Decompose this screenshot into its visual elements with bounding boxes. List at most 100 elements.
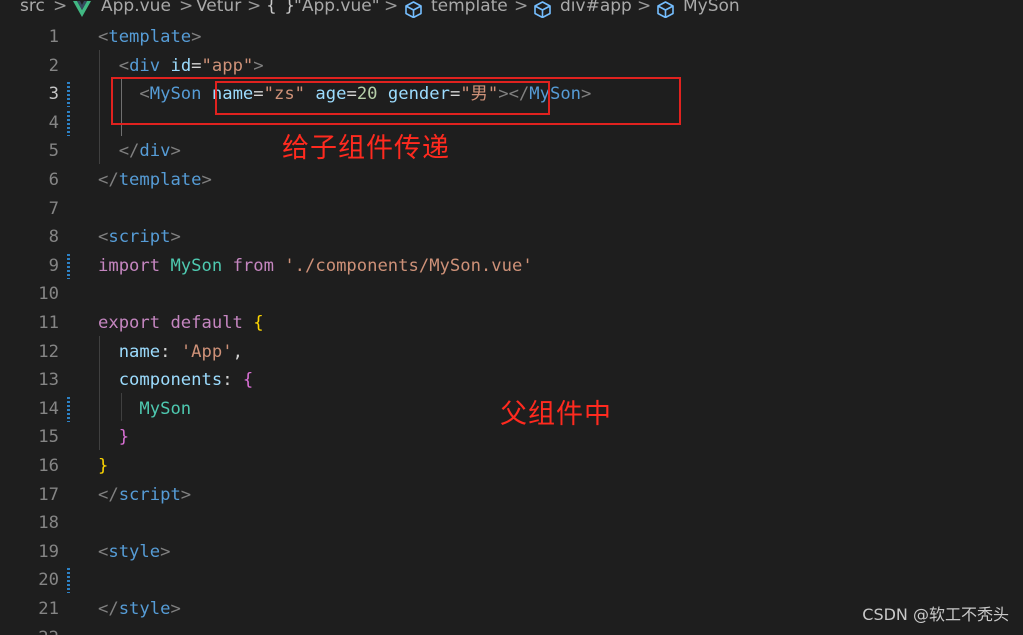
code-content: </div> bbox=[98, 137, 181, 166]
watermark: CSDN @软工不秃头 bbox=[862, 605, 1009, 624]
code-token: name bbox=[118, 341, 161, 362]
code-line[interactable]: 10 bbox=[0, 280, 1023, 309]
line-number: 13 bbox=[38, 370, 59, 391]
line-number: 5 bbox=[48, 141, 59, 162]
code-token: { bbox=[242, 370, 254, 391]
line-number: 16 bbox=[38, 456, 59, 476]
breadcrumb-separator: > bbox=[637, 0, 652, 16]
breadcrumb-item-template[interactable]: template bbox=[431, 0, 508, 15]
line-number: 10 bbox=[38, 284, 59, 305]
code-token: > bbox=[191, 27, 202, 47]
code-token: from bbox=[232, 255, 274, 276]
code-token: </ bbox=[98, 484, 119, 505]
code-line[interactable]: 6 </template> bbox=[0, 166, 1023, 195]
breadcrumb-separator: > bbox=[247, 0, 262, 16]
annotation-parent-label: 父组件中 bbox=[500, 399, 612, 430]
code-line[interactable]: 2 <div id="app"> bbox=[0, 52, 1023, 81]
breadcrumb: src > App.vue > Vetur > { } "App.vue" > … bbox=[0, 0, 1023, 22]
code-line[interactable]: 8 <script> bbox=[0, 223, 1023, 252]
code-token: </ bbox=[118, 141, 140, 162]
git-modified-indicator[interactable] bbox=[67, 110, 70, 136]
line-number: 14 bbox=[38, 398, 59, 419]
breadcrumb-item-vetur[interactable]: Vetur bbox=[196, 0, 241, 15]
code-line[interactable]: 12 name: 'App', bbox=[0, 338, 1023, 367]
vue-logo-icon bbox=[73, 1, 91, 17]
code-line[interactable]: 17 </script> bbox=[0, 481, 1023, 510]
line-number: 1 bbox=[48, 27, 59, 47]
line-number: 22 bbox=[0, 624, 59, 635]
breadcrumb-item-src[interactable]: src bbox=[20, 0, 45, 15]
code-token: components bbox=[118, 370, 223, 391]
git-modified-indicator[interactable] bbox=[67, 82, 70, 108]
code-token: MySon bbox=[139, 398, 192, 419]
line-number: 3 bbox=[48, 84, 59, 105]
code-line[interactable]: 13 components: { bbox=[0, 366, 1023, 395]
git-modified-indicator[interactable] bbox=[67, 568, 70, 594]
git-modified-indicator[interactable] bbox=[67, 396, 70, 422]
component-cube-icon bbox=[534, 1, 551, 18]
code-content: import MySon from './components/MySon.vu… bbox=[98, 252, 533, 281]
breadcrumb-item-div-app[interactable]: div#app bbox=[560, 0, 632, 15]
breadcrumb-item-myson[interactable]: MySon bbox=[683, 0, 740, 15]
code-token: export bbox=[98, 313, 161, 333]
code-token: = bbox=[191, 55, 202, 76]
code-token: style bbox=[108, 541, 161, 562]
code-token: "app" bbox=[201, 55, 254, 76]
code-line[interactable]: 18 bbox=[0, 509, 1023, 538]
code-token: script bbox=[118, 484, 181, 505]
code-token: > bbox=[253, 55, 264, 76]
line-number: 15 bbox=[38, 427, 59, 448]
code-token: </ bbox=[98, 599, 119, 619]
code-token: script bbox=[108, 227, 171, 248]
code-content: </style> bbox=[98, 595, 181, 624]
code-token: div bbox=[129, 55, 161, 76]
code-line[interactable]: 5 </div> bbox=[0, 137, 1023, 166]
code-token: < bbox=[98, 27, 109, 47]
code-token: > bbox=[170, 227, 181, 248]
line-number: 6 bbox=[48, 170, 59, 190]
code-token: : bbox=[222, 370, 243, 391]
code-line[interactable]: 7 bbox=[0, 195, 1023, 224]
code-line[interactable]: 11 export default { bbox=[0, 309, 1023, 338]
line-number: 18 bbox=[38, 513, 59, 534]
code-line[interactable]: 9 import MySon from './components/MySon.v… bbox=[0, 252, 1023, 281]
code-content: name: 'App', bbox=[98, 338, 243, 367]
code-line[interactable]: 20 bbox=[0, 566, 1023, 595]
line-number: 2 bbox=[48, 55, 59, 76]
code-token: style bbox=[118, 599, 171, 619]
line-number: 8 bbox=[48, 227, 59, 248]
code-token: , bbox=[232, 341, 243, 362]
code-content: MySon bbox=[98, 395, 191, 424]
line-number: 11 bbox=[38, 313, 59, 333]
code-content: <template> bbox=[98, 23, 202, 52]
code-token: > bbox=[201, 170, 212, 190]
code-token: { bbox=[253, 313, 264, 333]
breadcrumb-separator: > bbox=[514, 0, 529, 16]
line-number: 4 bbox=[48, 112, 59, 133]
breadcrumb-item-app-vue[interactable]: "App.vue" bbox=[294, 0, 380, 15]
code-token: } bbox=[118, 427, 130, 448]
code-token: } bbox=[98, 456, 109, 476]
breadcrumb-separator: > bbox=[179, 0, 194, 16]
code-token: > bbox=[170, 599, 181, 619]
code-content: </script> bbox=[98, 481, 191, 510]
breadcrumb-item-file[interactable]: App.vue bbox=[101, 0, 171, 15]
annotation-box-props bbox=[215, 81, 550, 115]
code-content: <script> bbox=[98, 223, 181, 252]
code-content: components: { bbox=[98, 366, 254, 395]
code-token: < bbox=[98, 227, 109, 248]
code-token: < bbox=[118, 55, 130, 76]
code-line[interactable]: 16} bbox=[0, 452, 1023, 481]
code-line[interactable]: 1 <template> bbox=[0, 23, 1023, 52]
code-line[interactable]: 19 <style> bbox=[0, 538, 1023, 567]
braces-icon: { } bbox=[266, 0, 297, 16]
code-line[interactable]: 22 bbox=[0, 624, 1023, 635]
git-modified-indicator[interactable] bbox=[67, 253, 70, 279]
line-number: 17 bbox=[38, 484, 59, 505]
code-token: > bbox=[160, 541, 171, 562]
